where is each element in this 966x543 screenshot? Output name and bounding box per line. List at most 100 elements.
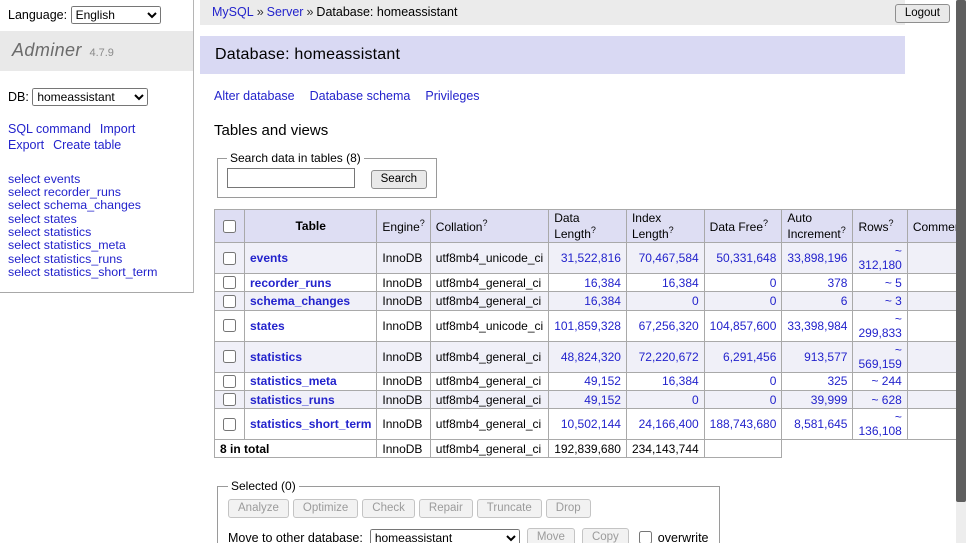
index-length-link[interactable]: 70,467,584	[639, 251, 699, 265]
rows-estimate-link[interactable]: ~ 136,108	[858, 410, 901, 438]
drop-button[interactable]: Drop	[546, 499, 591, 518]
data-free-link[interactable]: 6,291,456	[723, 350, 776, 364]
rows-estimate-link[interactable]: ~ 3	[885, 294, 902, 308]
data-free-link[interactable]: 0	[770, 393, 777, 407]
rows-estimate-link[interactable]: ~ 5	[885, 276, 902, 290]
table-name-link[interactable]: states	[250, 319, 285, 333]
rows-estimate-cell: ~ 244	[853, 372, 907, 390]
data-free-link[interactable]: 0	[770, 374, 777, 388]
db-select[interactable]: homeassistant	[32, 88, 148, 106]
data-length-link[interactable]: 31,522,816	[561, 251, 621, 265]
check-button[interactable]: Check	[362, 499, 415, 518]
row-checkbox[interactable]	[223, 350, 236, 363]
copy-button[interactable]: Copy	[582, 528, 629, 543]
auto-increment-link[interactable]: 39,999	[811, 393, 848, 407]
rows-estimate-link[interactable]: ~ 569,159	[858, 343, 901, 371]
rows-estimate-link[interactable]: ~ 312,180	[858, 244, 901, 272]
index-length-link[interactable]: 0	[692, 294, 699, 308]
language-select[interactable]: English	[71, 6, 161, 24]
sidebar-table-link[interactable]: select statistics_meta	[8, 238, 126, 252]
repair-button[interactable]: Repair	[419, 499, 473, 518]
column-help-link[interactable]: ?	[482, 218, 487, 228]
auto-increment-link[interactable]: 33,398,984	[787, 319, 847, 333]
column-help-link[interactable]: ?	[841, 225, 846, 235]
table-name-link[interactable]: schema_changes	[250, 294, 350, 308]
data-length-link[interactable]: 10,502,144	[561, 417, 621, 431]
search-button[interactable]: Search	[371, 170, 427, 189]
index-length-link[interactable]: 16,384	[662, 374, 699, 388]
table-name-link[interactable]: events	[250, 251, 288, 265]
data-free-link[interactable]: 50,331,648	[716, 251, 776, 265]
data-length-link[interactable]: 49,152	[584, 374, 621, 388]
row-checkbox[interactable]	[223, 276, 236, 289]
column-help-link[interactable]: ?	[763, 218, 768, 228]
rows-estimate-link[interactable]: ~ 244	[871, 374, 901, 388]
row-checkbox[interactable]	[223, 319, 236, 332]
overwrite-checkbox[interactable]	[639, 531, 652, 543]
create-table-sidebar-link[interactable]: Create table	[53, 138, 121, 152]
data-free-link[interactable]: 0	[770, 276, 777, 290]
data-length-link[interactable]: 101,859,328	[554, 319, 621, 333]
index-length-link[interactable]: 24,166,400	[639, 417, 699, 431]
row-checkbox[interactable]	[223, 295, 236, 308]
row-checkbox[interactable]	[223, 252, 236, 265]
auto-increment-link[interactable]: 8,581,645	[794, 417, 847, 431]
data-length-link[interactable]: 48,824,320	[561, 350, 621, 364]
data-length-link[interactable]: 49,152	[584, 393, 621, 407]
data-free-link[interactable]: 188,743,680	[710, 417, 777, 431]
analyze-button[interactable]: Analyze	[228, 499, 289, 518]
data-free-link[interactable]: 104,857,600	[710, 319, 777, 333]
alter-database-link[interactable]: Alter database	[214, 89, 295, 103]
breadcrumb-server-link[interactable]: Server	[267, 5, 304, 19]
auto-increment-link[interactable]: 6	[841, 294, 848, 308]
sidebar-table-link[interactable]: select recorder_runs	[8, 185, 121, 199]
move-db-select[interactable]: homeassistant	[370, 529, 520, 543]
row-checkbox[interactable]	[223, 375, 236, 388]
optimize-button[interactable]: Optimize	[293, 499, 358, 518]
sidebar: Language: English Adminer 4.7.9 DB: home…	[0, 0, 194, 293]
sidebar-table-link[interactable]: select statistics_short_term	[8, 265, 157, 279]
sidebar-table-link[interactable]: select statistics_runs	[8, 252, 122, 266]
auto-increment-link[interactable]: 378	[827, 276, 847, 290]
column-help-link[interactable]: ?	[591, 225, 596, 235]
truncate-button[interactable]: Truncate	[477, 499, 542, 518]
table-name-link[interactable]: recorder_runs	[250, 276, 331, 290]
index-length-link[interactable]: 67,256,320	[639, 319, 699, 333]
row-checkbox[interactable]	[223, 393, 236, 406]
rows-estimate-link[interactable]: ~ 628	[871, 393, 901, 407]
data-length-link[interactable]: 16,384	[584, 294, 621, 308]
sql-command-link[interactable]: SQL command	[8, 122, 91, 136]
auto-increment-link[interactable]: 913,577	[804, 350, 847, 364]
import-link[interactable]: Import	[100, 122, 135, 136]
column-help-link[interactable]: ?	[669, 225, 674, 235]
database-schema-link[interactable]: Database schema	[310, 89, 411, 103]
select-all-checkbox[interactable]	[223, 220, 236, 233]
index-length-link[interactable]: 16,384	[662, 276, 699, 290]
data-length-link[interactable]: 16,384	[584, 276, 621, 290]
privileges-link[interactable]: Privileges	[425, 89, 479, 103]
sidebar-table-link[interactable]: select schema_changes	[8, 198, 141, 212]
breadcrumb-mysql-link[interactable]: MySQL	[212, 5, 254, 19]
column-help-link[interactable]: ?	[420, 218, 425, 228]
move-button[interactable]: Move	[527, 528, 575, 543]
data-free-link[interactable]: 0	[770, 294, 777, 308]
sidebar-table-link[interactable]: select states	[8, 212, 77, 226]
sidebar-table-link[interactable]: select statistics	[8, 225, 91, 239]
sidebar-table-link[interactable]: select events	[8, 172, 80, 186]
table-name-link[interactable]: statistics	[250, 350, 302, 364]
index-length-link[interactable]: 0	[692, 393, 699, 407]
table-name-link[interactable]: statistics_short_term	[250, 417, 371, 431]
auto-increment-link[interactable]: 33,898,196	[787, 251, 847, 265]
table-name-link[interactable]: statistics_runs	[250, 393, 335, 407]
rows-estimate-link[interactable]: ~ 299,833	[858, 312, 901, 340]
search-input[interactable]	[227, 168, 355, 188]
logout-button[interactable]: Logout	[895, 4, 950, 23]
table-name-link[interactable]: statistics_meta	[250, 374, 337, 388]
index-length-link[interactable]: 72,220,672	[639, 350, 699, 364]
export-link[interactable]: Export	[8, 138, 44, 152]
column-help-link[interactable]: ?	[888, 218, 893, 228]
auto-increment-link[interactable]: 325	[827, 374, 847, 388]
scrollbar-thumb[interactable]	[956, 0, 966, 502]
row-checkbox[interactable]	[223, 418, 236, 431]
scrollbar[interactable]	[956, 0, 966, 543]
